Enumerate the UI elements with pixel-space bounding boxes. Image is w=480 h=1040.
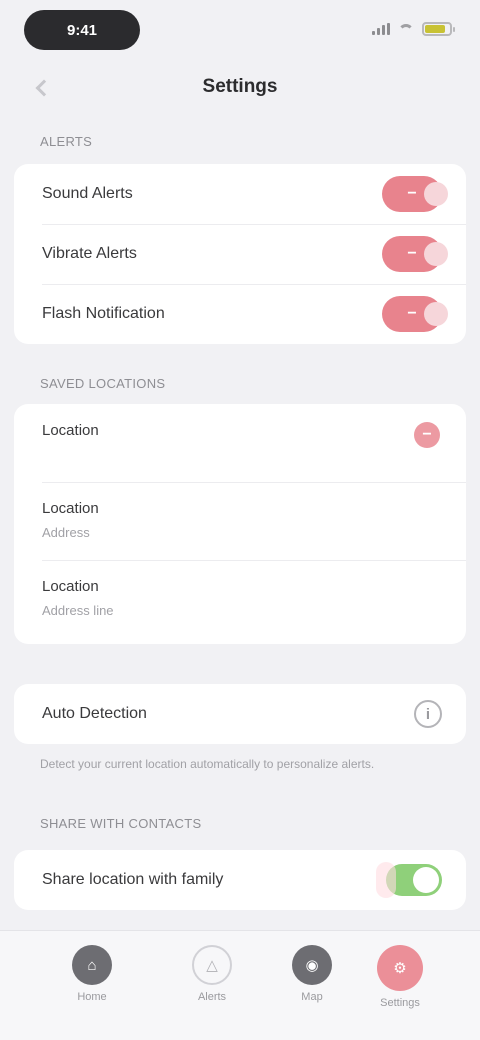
- row-label: Flash Notification: [42, 305, 165, 322]
- remove-pill-button[interactable]: −: [382, 176, 448, 212]
- tab-home[interactable]: ⌂ Home: [50, 945, 134, 1003]
- location-title: Location: [42, 422, 99, 439]
- remove-pill-button[interactable]: −: [382, 296, 448, 332]
- remove-location-button[interactable]: −: [414, 422, 440, 448]
- auto-detection-footnote: Detect your current location automatical…: [40, 757, 375, 771]
- tab-map[interactable]: ◉ Map: [270, 945, 354, 1003]
- tab-alerts[interactable]: △ Alerts: [170, 945, 254, 1003]
- location-item[interactable]: Location −: [14, 404, 466, 482]
- row-label: Auto Detection: [42, 705, 147, 722]
- auto-detection-card: Auto Detection i: [14, 684, 466, 744]
- alerts-card: Sound Alerts − Vibrate Alerts − Flash No…: [14, 164, 466, 344]
- navigation-bar: Settings: [0, 64, 480, 112]
- section-header-alerts: ALERTS: [40, 134, 93, 149]
- tab-label: Map: [301, 991, 323, 1003]
- status-time: 9:41: [24, 10, 140, 50]
- remove-glyph: −: [407, 185, 417, 202]
- tab-label: Settings: [380, 997, 420, 1009]
- share-toggle[interactable]: [376, 862, 442, 898]
- remove-pill-button[interactable]: −: [382, 236, 448, 272]
- section-header-locations: SAVED LOCATIONS: [40, 376, 166, 391]
- bell-icon: △: [192, 945, 232, 985]
- settings-icon: ⚙: [377, 945, 423, 991]
- wifi-icon: [398, 24, 414, 34]
- home-icon: ⌂: [72, 945, 112, 985]
- row-label: Sound Alerts: [42, 185, 133, 202]
- tab-label: Alerts: [197, 991, 227, 1003]
- alert-row-vibrate[interactable]: Vibrate Alerts −: [14, 224, 466, 284]
- share-card: Share location with family: [14, 850, 466, 910]
- location-detail: Address line: [42, 603, 114, 618]
- battery-fill: [425, 25, 446, 33]
- alert-row-sound[interactable]: Sound Alerts −: [14, 164, 466, 224]
- remove-glyph: −: [407, 245, 417, 262]
- remove-glyph: −: [407, 305, 417, 322]
- tab-label: Home: [77, 991, 107, 1003]
- row-label: Vibrate Alerts: [42, 245, 137, 262]
- tab-bar: ⌂ Home △ Alerts ◉ Map ⚙ Settings: [0, 930, 480, 1040]
- share-row[interactable]: Share location with family: [14, 850, 466, 910]
- location-title: Location: [42, 578, 99, 595]
- battery-icon: [422, 22, 455, 36]
- location-detail: Address: [42, 525, 90, 540]
- cellular-signal-icon: [372, 23, 390, 35]
- status-icons: [372, 22, 455, 36]
- settings-screen: 9:41 Settings ALERTS Sound Alerts − Vibr…: [0, 0, 480, 1040]
- location-item[interactable]: Location Address: [14, 482, 466, 560]
- page-title: Settings: [202, 76, 278, 97]
- map-icon: ◉: [292, 945, 332, 985]
- location-item[interactable]: Location Address line: [14, 560, 466, 638]
- location-title: Location: [42, 500, 99, 517]
- alert-row-flash[interactable]: Flash Notification −: [14, 284, 466, 344]
- auto-detection-row[interactable]: Auto Detection i: [14, 684, 466, 744]
- locations-card: Location − Location Address Location Add…: [14, 404, 466, 644]
- section-header-share: SHARE WITH CONTACTS: [40, 816, 202, 831]
- tab-settings[interactable]: ⚙ Settings: [358, 945, 442, 1009]
- status-bar: 9:41: [0, 0, 480, 64]
- info-icon[interactable]: i: [414, 700, 442, 728]
- row-label: Share location with family: [42, 871, 224, 888]
